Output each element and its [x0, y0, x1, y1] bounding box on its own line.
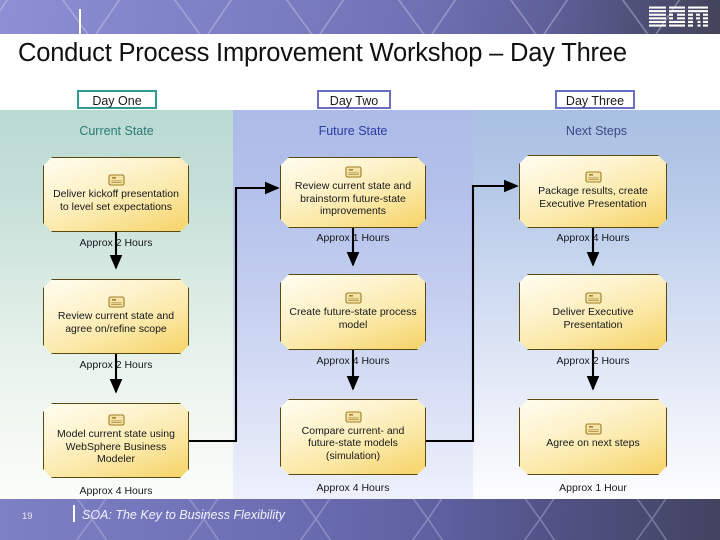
task-hours-c1r1: Approx 2 Hours — [79, 237, 153, 249]
task-label: Deliver Executive Presentation — [552, 305, 634, 331]
task-hours-c3r2: Approx 2 Hours — [556, 355, 630, 367]
task-hours-c1r3: Approx 4 Hours — [79, 485, 153, 497]
task-label: Compare current- and future-state models… — [301, 424, 405, 462]
task-box-c1r2[interactable]: Review current state and agree on/refine… — [43, 279, 189, 354]
task-hours-c3r3: Approx 1 Hour — [559, 482, 627, 494]
tab-day-three[interactable]: Day Three — [555, 90, 635, 109]
task-hours-c2r2: Approx 4 Hours — [316, 355, 390, 367]
task-box-c2r3[interactable]: Compare current- and future-state models… — [280, 399, 426, 475]
ibm-logo — [649, 6, 708, 27]
task-hours-c2r3: Approx 4 Hours — [316, 482, 390, 494]
document-icon — [108, 296, 125, 308]
task-label: Deliver kickoff presentation to level se… — [53, 188, 179, 213]
page-title: Conduct Process Improvement Workshop – D… — [18, 39, 627, 67]
task-label: Package results, create Executive Presen… — [538, 185, 648, 210]
document-icon — [108, 174, 125, 186]
footer-bar: 19 SOA: The Key to Business Flexibility — [0, 499, 720, 540]
task-box-c3r1[interactable]: Package results, create Executive Presen… — [519, 155, 667, 228]
footer-title: SOA: The Key to Business Flexibility — [82, 508, 285, 522]
document-icon — [345, 411, 362, 423]
task-label: Create future-state process model — [289, 305, 417, 331]
task-hours-c2r1: Approx 1 Hours — [316, 232, 390, 244]
tab-day-two[interactable]: Day Two — [317, 90, 391, 109]
task-label: Review current state and agree on/refine… — [57, 310, 175, 335]
column-subtitle-next-steps: Next Steps — [565, 124, 628, 138]
column-subtitle-future-state: Future State — [318, 124, 388, 138]
task-label: Review current state and brainstorm futu… — [294, 180, 412, 218]
document-icon — [345, 166, 362, 178]
page-number: 19 — [22, 511, 33, 522]
hex-pattern-banner — [0, 0, 681, 34]
task-box-c3r2[interactable]: Deliver Executive Presentation — [519, 274, 667, 350]
document-icon — [345, 292, 362, 304]
top-banner — [0, 0, 720, 34]
task-box-c1r3[interactable]: Model current state using WebSphere Busi… — [43, 403, 189, 478]
task-label: Agree on next steps — [546, 437, 640, 450]
column-subtitle-current-state: Current State — [79, 124, 154, 138]
task-box-c2r1[interactable]: Review current state and brainstorm futu… — [280, 157, 426, 228]
task-box-c1r1[interactable]: Deliver kickoff presentation to level se… — [43, 157, 189, 232]
slide: Conduct Process Improvement Workshop – D… — [0, 0, 720, 540]
document-icon — [108, 414, 125, 426]
document-icon — [585, 292, 602, 304]
tab-day-one[interactable]: Day One — [77, 90, 157, 109]
document-icon — [585, 423, 602, 435]
task-box-c3r3[interactable]: Agree on next steps — [519, 399, 667, 475]
task-hours-c1r2: Approx 2 Hours — [79, 359, 153, 371]
task-box-c2r2[interactable]: Create future-state process model — [280, 274, 426, 350]
task-hours-c3r1: Approx 4 Hours — [556, 232, 630, 244]
task-label: Model current state using WebSphere Busi… — [57, 428, 175, 466]
banner-accent-tick — [79, 9, 81, 34]
document-icon — [585, 171, 602, 183]
footer-accent-tick — [73, 505, 75, 522]
